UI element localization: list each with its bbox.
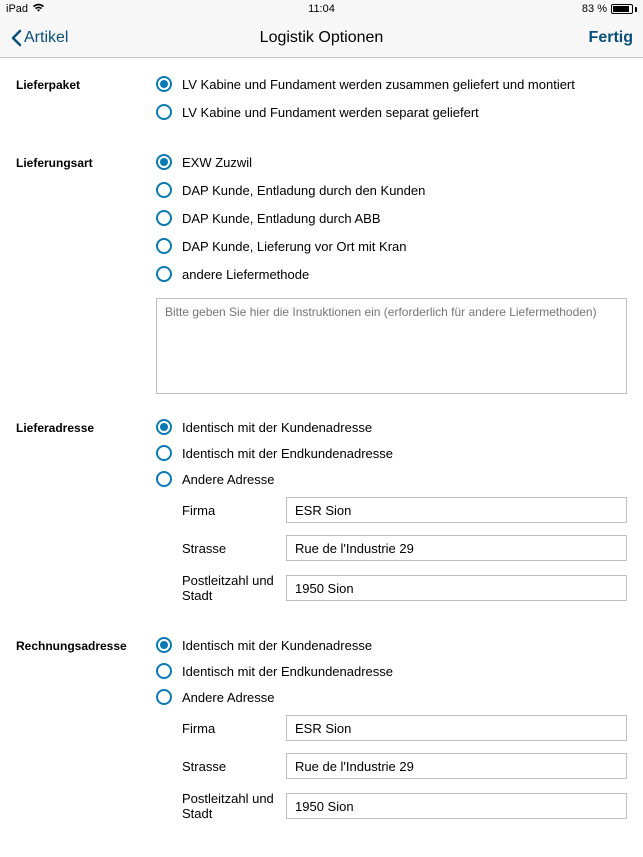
radio-label: DAP Kunde, Entladung durch ABB (182, 211, 381, 226)
radio-icon (156, 689, 172, 705)
back-button[interactable]: Artikel (10, 29, 68, 47)
radio-lieferpaket-0[interactable]: LV Kabine und Fundament werden zusammen … (156, 76, 627, 92)
section-lieferungsart: Lieferungsart EXW Zuzwil DAP Kunde, Entl… (16, 154, 627, 397)
radio-lieferadresse-2[interactable]: Andere Adresse (156, 471, 627, 487)
field-label-plz: Postleitzahl und Stadt (156, 791, 286, 821)
delivery-strasse-input[interactable] (286, 535, 627, 561)
field-label-firma: Firma (156, 503, 286, 518)
radio-icon (156, 445, 172, 461)
radio-lieferungsart-3[interactable]: DAP Kunde, Lieferung vor Ort mit Kran (156, 238, 627, 254)
field-label-strasse: Strasse (156, 759, 286, 774)
statusbar-time: 11:04 (308, 3, 335, 15)
field-row: Firma (156, 497, 627, 523)
radio-icon (156, 663, 172, 679)
wifi-icon (32, 3, 45, 15)
delivery-firma-input[interactable] (286, 497, 627, 523)
page-title: Logistik Optionen (260, 29, 384, 47)
section-label-rechnungsadresse: Rechnungsadresse (16, 637, 156, 833)
radio-rechnungsadresse-0[interactable]: Identisch mit der Kundenadresse (156, 637, 627, 653)
radio-icon (156, 182, 172, 198)
radio-lieferungsart-4[interactable]: andere Liefermethode (156, 266, 627, 282)
radio-icon (156, 419, 172, 435)
billing-strasse-input[interactable] (286, 753, 627, 779)
section-label-lieferadresse: Lieferadresse (16, 419, 156, 615)
section-label-lieferpaket: Lieferpaket (16, 76, 156, 132)
radio-label: DAP Kunde, Entladung durch den Kunden (182, 183, 425, 198)
radio-label: Identisch mit der Endkundenadresse (182, 664, 393, 679)
radio-label: Identisch mit der Kundenadresse (182, 420, 372, 435)
battery-percent: 83 % (582, 3, 607, 15)
radio-rechnungsadresse-2[interactable]: Andere Adresse (156, 689, 627, 705)
chevron-left-icon (10, 29, 22, 47)
radio-label: Andere Adresse (182, 690, 275, 705)
radio-icon (156, 104, 172, 120)
radio-lieferpaket-1[interactable]: LV Kabine und Fundament werden separat g… (156, 104, 627, 120)
radio-icon (156, 238, 172, 254)
billing-plz-input[interactable] (286, 793, 627, 819)
radio-label: Identisch mit der Endkundenadresse (182, 446, 393, 461)
radio-label: LV Kabine und Fundament werden zusammen … (182, 77, 575, 92)
back-label: Artikel (24, 29, 68, 47)
field-row: Strasse (156, 753, 627, 779)
instructions-textarea[interactable] (156, 298, 627, 394)
radio-label: EXW Zuzwil (182, 155, 252, 170)
radio-lieferadresse-0[interactable]: Identisch mit der Kundenadresse (156, 419, 627, 435)
radio-icon (156, 210, 172, 226)
field-row: Firma (156, 715, 627, 741)
radio-rechnungsadresse-1[interactable]: Identisch mit der Endkundenadresse (156, 663, 627, 679)
field-row: Postleitzahl und Stadt (156, 791, 627, 821)
field-row: Postleitzahl und Stadt (156, 573, 627, 603)
field-label-strasse: Strasse (156, 541, 286, 556)
field-label-firma: Firma (156, 721, 286, 736)
done-button[interactable]: Fertig (589, 29, 633, 47)
radio-icon (156, 471, 172, 487)
status-bar: iPad 11:04 83 % (0, 0, 643, 18)
delivery-plz-input[interactable] (286, 575, 627, 601)
field-label-plz: Postleitzahl und Stadt (156, 573, 286, 603)
form-content: Lieferpaket LV Kabine und Fundament werd… (0, 58, 643, 833)
radio-lieferungsart-1[interactable]: DAP Kunde, Entladung durch den Kunden (156, 182, 627, 198)
radio-icon (156, 637, 172, 653)
battery-icon (611, 4, 637, 14)
radio-label: Andere Adresse (182, 472, 275, 487)
radio-lieferadresse-1[interactable]: Identisch mit der Endkundenadresse (156, 445, 627, 461)
radio-lieferungsart-2[interactable]: DAP Kunde, Entladung durch ABB (156, 210, 627, 226)
radio-label: DAP Kunde, Lieferung vor Ort mit Kran (182, 239, 406, 254)
radio-lieferungsart-0[interactable]: EXW Zuzwil (156, 154, 627, 170)
radio-icon (156, 154, 172, 170)
section-lieferadresse: Lieferadresse Identisch mit der Kundenad… (16, 419, 627, 615)
section-lieferpaket: Lieferpaket LV Kabine und Fundament werd… (16, 76, 627, 132)
radio-label: Identisch mit der Kundenadresse (182, 638, 372, 653)
radio-label: LV Kabine und Fundament werden separat g… (182, 105, 479, 120)
radio-icon (156, 266, 172, 282)
field-row: Strasse (156, 535, 627, 561)
radio-label: andere Liefermethode (182, 267, 309, 282)
section-label-lieferungsart: Lieferungsart (16, 154, 156, 397)
billing-firma-input[interactable] (286, 715, 627, 741)
radio-icon (156, 76, 172, 92)
section-rechnungsadresse: Rechnungsadresse Identisch mit der Kunde… (16, 637, 627, 833)
navigation-bar: Artikel Logistik Optionen Fertig (0, 18, 643, 58)
device-label: iPad (6, 3, 28, 15)
